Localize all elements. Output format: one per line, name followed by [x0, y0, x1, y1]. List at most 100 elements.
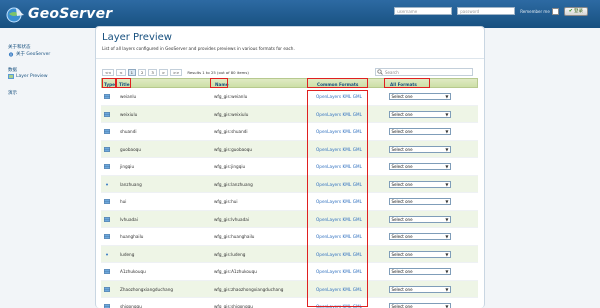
openlayers-link[interactable]: OpenLayers: [316, 234, 341, 239]
openlayers-link[interactable]: OpenLayers: [316, 129, 341, 134]
sidebar-item-layer-preview[interactable]: Layer Preview: [8, 74, 48, 79]
kml-link[interactable]: KML: [343, 129, 352, 134]
remember-checkbox[interactable]: [551, 7, 559, 15]
password-input[interactable]: [457, 7, 516, 15]
openlayers-link[interactable]: OpenLayers: [316, 147, 341, 152]
openlayers-link[interactable]: OpenLayers: [316, 287, 341, 292]
kml-link[interactable]: KML: [343, 217, 352, 222]
kml-link[interactable]: KML: [343, 94, 352, 99]
pager-page-2[interactable]: 2: [137, 68, 147, 76]
globe-logo-icon: [6, 7, 24, 22]
title-cell: jingqiu: [120, 164, 135, 169]
polygon-layer-icon: [104, 111, 110, 117]
kml-link[interactable]: KML: [343, 304, 352, 308]
openlayers-link[interactable]: OpenLayers: [316, 269, 341, 274]
kml-link[interactable]: KML: [343, 164, 352, 169]
username-input[interactable]: [394, 7, 453, 15]
title-cell: ludeng: [120, 251, 135, 257]
kml-link[interactable]: KML: [343, 252, 352, 257]
main-panel: Layer Preview List of all layers configu…: [95, 26, 485, 308]
format-select[interactable]: Select one ▼: [389, 303, 451, 308]
name-cell: wfg_gis:weixiulu: [214, 111, 249, 117]
gml-link[interactable]: GML: [353, 287, 362, 292]
name-cell: wfg_gis:weianlu: [214, 94, 248, 99]
gml-link[interactable]: GML: [353, 182, 362, 187]
format-select[interactable]: Select one ▼: [389, 285, 451, 293]
polygon-layer-icon: [104, 129, 110, 134]
openlayers-link[interactable]: OpenLayers: [316, 164, 341, 169]
format-select[interactable]: Select one ▼: [389, 198, 451, 205]
pager-first-button[interactable]: <<: [102, 68, 115, 76]
common-formats-cell: OpenLayers KML GML: [316, 141, 363, 158]
type-cell: [104, 263, 110, 280]
kml-link[interactable]: KML: [343, 234, 352, 239]
openlayers-link[interactable]: OpenLayers: [316, 199, 341, 204]
gml-link[interactable]: GML: [353, 252, 362, 257]
pager-next-button[interactable]: >: [158, 68, 169, 76]
format-select[interactable]: Select one ▼: [389, 250, 451, 258]
kml-link[interactable]: KML: [343, 269, 352, 274]
gml-link[interactable]: GML: [353, 269, 362, 274]
format-select[interactable]: Select one ▼: [389, 163, 451, 170]
kml-link[interactable]: KML: [343, 112, 352, 117]
openlayers-link[interactable]: OpenLayers: [316, 304, 341, 308]
type-cell: [104, 211, 110, 228]
format-select[interactable]: Select one ▼: [389, 110, 451, 118]
name-cell: wfg_gis:guobaoqu: [214, 146, 253, 152]
openlayers-link[interactable]: OpenLayers: [316, 112, 341, 117]
title-cell: guobaoqu: [120, 146, 141, 152]
pager-page-3[interactable]: 3: [148, 68, 157, 76]
map-icon: [8, 74, 14, 79]
kml-link[interactable]: KML: [343, 147, 352, 152]
chevron-down-icon: ▼: [445, 286, 449, 292]
common-formats-cell: OpenLayers KML GML: [316, 228, 363, 245]
table-row: Zhaozhongxiangduchang wfg_gis:zhaozhongxi…: [101, 280, 478, 298]
common-formats-cell: OpenLayers KML GML: [316, 246, 363, 263]
gml-link[interactable]: GML: [353, 147, 362, 152]
gml-link[interactable]: GML: [353, 304, 362, 308]
table-row: ludeng wfg_gis:ludeng OpenLayers KML GML Sele…: [101, 245, 478, 263]
login-label: 登录: [574, 9, 583, 14]
format-select[interactable]: Select one ▼: [389, 215, 451, 223]
polygon-layer-icon: [104, 216, 110, 222]
format-select[interactable]: Select one ▼: [389, 268, 451, 275]
format-select[interactable]: Select one ▼: [389, 145, 451, 153]
polygon-layer-icon: [104, 304, 110, 308]
login-button[interactable]: ✔ 登录: [563, 6, 588, 16]
gml-link[interactable]: GML: [353, 94, 362, 99]
format-select[interactable]: Select one ▼: [389, 233, 451, 240]
common-formats-cell: OpenLayers KML GML: [316, 176, 363, 193]
gml-link[interactable]: GML: [353, 164, 362, 169]
header-divider: [96, 58, 484, 59]
gml-link[interactable]: GML: [353, 217, 362, 222]
openlayers-link[interactable]: OpenLayers: [316, 252, 341, 257]
search-placeholder: Search: [385, 69, 399, 75]
openlayers-link[interactable]: OpenLayers: [316, 217, 341, 222]
openlayers-link[interactable]: OpenLayers: [316, 94, 341, 99]
sidebar-item-about[interactable]: 关于 GeoServer: [8, 51, 50, 57]
all-formats-cell: Select one ▼: [389, 123, 451, 140]
table-row: lvhuadai wfg_gis:lvhuadai OpenLayers KML GML…: [101, 210, 478, 228]
polygon-layer-icon: [104, 269, 110, 274]
pager-prev-button[interactable]: <: [116, 68, 126, 76]
format-select[interactable]: Select one ▼: [389, 93, 451, 100]
gml-link[interactable]: GML: [353, 234, 362, 239]
gml-link[interactable]: GML: [353, 112, 362, 117]
kml-link[interactable]: KML: [343, 199, 352, 204]
format-select[interactable]: Select one ▼: [389, 128, 451, 135]
openlayers-link[interactable]: OpenLayers: [316, 182, 341, 187]
format-select[interactable]: Select one ▼: [389, 180, 451, 188]
name-cell: wfg_gis:A1zhukouqu: [214, 269, 257, 274]
search-field[interactable]: Search: [375, 68, 473, 76]
format-select-value: Select one: [391, 111, 413, 117]
gml-link[interactable]: GML: [353, 129, 362, 134]
kml-link[interactable]: KML: [343, 182, 352, 187]
chevron-down-icon: ▼: [445, 94, 449, 99]
common-formats-cell: OpenLayers KML GML: [316, 281, 363, 298]
geoserver-logo[interactable]: GeoServer: [6, 5, 112, 23]
sidebar: 关于和状态 关于 GeoServer 数据 Layer Preview 演示: [0, 28, 92, 307]
gml-link[interactable]: GML: [353, 199, 362, 204]
pager-last-button[interactable]: >>: [170, 68, 183, 76]
pager-page-1[interactable]: 1: [127, 68, 136, 76]
kml-link[interactable]: KML: [343, 287, 352, 292]
